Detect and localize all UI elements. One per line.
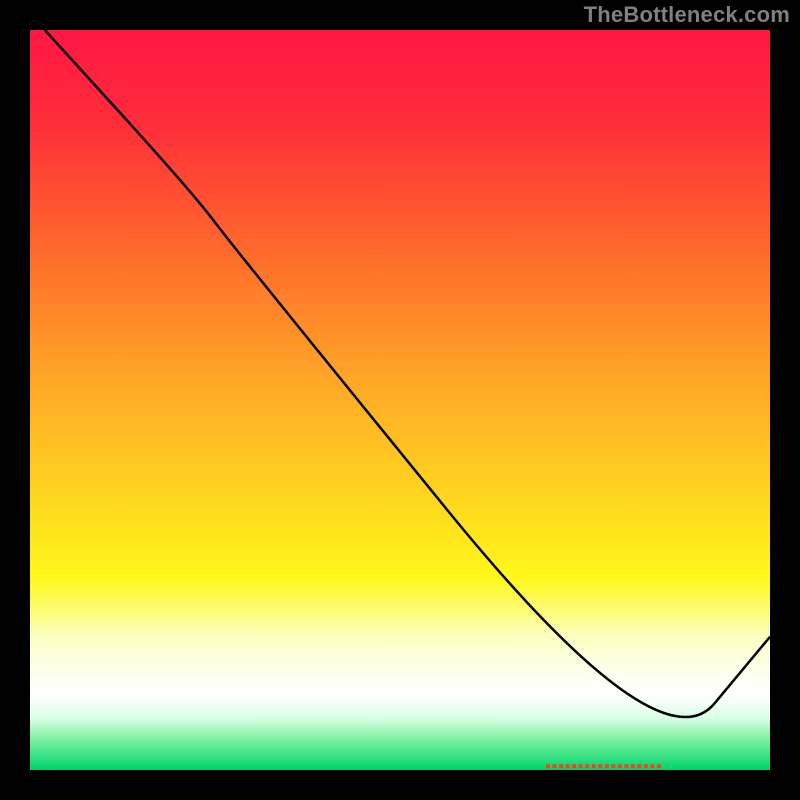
chart-stage: TheBottleneck.com	[0, 0, 800, 800]
watermark-text: TheBottleneck.com	[584, 2, 790, 28]
gradient-background	[30, 30, 770, 770]
chart-svg	[30, 30, 770, 770]
plot-area	[30, 30, 770, 770]
